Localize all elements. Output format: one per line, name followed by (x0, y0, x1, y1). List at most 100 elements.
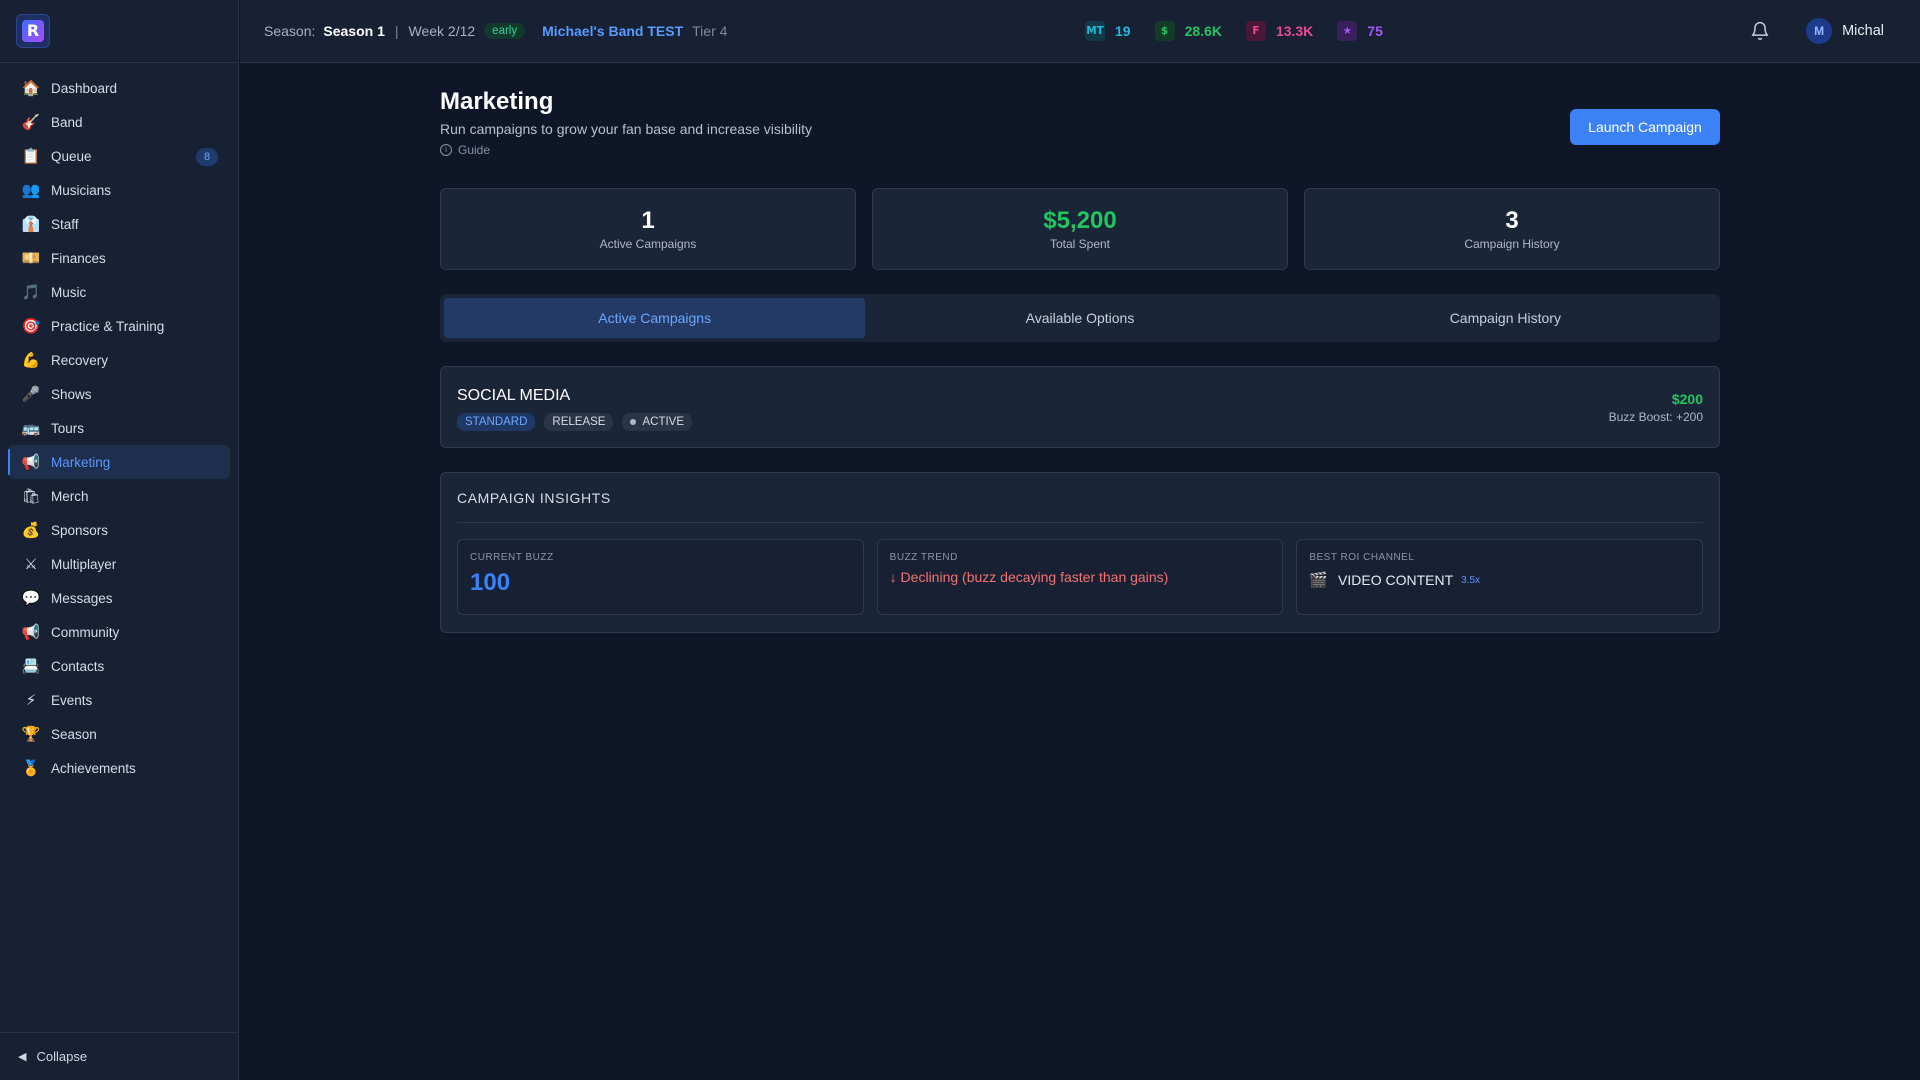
sidebar-item-community[interactable]: 📢 Community (8, 615, 230, 649)
sidebar-item-events[interactable]: ⚡ Events (8, 683, 230, 717)
summary-card-history: 3 Campaign History (1304, 188, 1720, 270)
bell-icon[interactable] (1750, 21, 1770, 41)
sidebar-item-merch[interactable]: 🛍 Merch (8, 479, 230, 513)
status-badge: ACTIVE (622, 413, 693, 431)
sidebar-item-label: Dashboard (51, 80, 118, 96)
summary-label: Active Campaigns (599, 237, 697, 251)
sidebar-item-label: Staff (51, 216, 79, 232)
stat-fans: F 13.3K (1245, 21, 1314, 41)
buzz-trend-value: ↓ Declining (buzz decaying faster than g… (889, 569, 1169, 585)
sidebar-item-messages[interactable]: 💬 Messages (8, 581, 230, 615)
tab-available-options[interactable]: Available Options (869, 298, 1290, 338)
current-buzz-value: 100 (470, 569, 511, 596)
current-buzz-label: CURRENT BUZZ (470, 552, 554, 563)
sidebar-item-musicians[interactable]: 👥 Musicians (8, 173, 230, 207)
banknote-icon: 💴 (21, 249, 41, 267)
megaphone-icon: 📢 (21, 453, 41, 471)
user-name[interactable]: Michal (1842, 23, 1884, 39)
queue-count-badge: 8 (196, 148, 218, 166)
logo-area: R (0, 0, 238, 63)
sidebar-item-season[interactable]: 🏆 Season (8, 717, 230, 751)
sidebar-item-recovery[interactable]: 💪 Recovery (8, 343, 230, 377)
sidebar-item-achievements[interactable]: 🏅 Achievements (8, 751, 230, 785)
sidebar-item-label: Band (51, 114, 83, 130)
campaign-history-count: 3 (1505, 207, 1519, 234)
sidebar-item-queue[interactable]: 📋 Queue 8 (8, 139, 230, 173)
summary-cards: 1 Active Campaigns $5,200 Total Spent 3 … (440, 188, 1720, 270)
fans-icon: F (1245, 21, 1266, 41)
mt-icon: MT (1085, 21, 1105, 41)
sidebar-item-label: Queue (51, 148, 92, 164)
band-tier: Tier 4 (692, 23, 728, 39)
sidebar-nav: 🏠 Dashboard 🎸 Band 📋 Queue 8 👥 Musicians 👔 Sta… (0, 63, 238, 785)
app-logo-letter: R (22, 20, 44, 42)
sidebar-item-sponsors[interactable]: 💰 Sponsors (8, 513, 230, 547)
guitar-icon: 🎸 (21, 113, 41, 131)
avatar[interactable]: M (1806, 18, 1833, 44)
sidebar-item-label: Marketing (51, 454, 111, 470)
best-roi-card: BEST ROI CHANNEL 🎬 VIDEO CONTENT 3.5x (1296, 539, 1704, 615)
info-icon: i (440, 144, 452, 156)
summary-card-active: 1 Active Campaigns (440, 188, 856, 270)
season-value: Season 1 (323, 23, 385, 39)
campaign-cost: $200 (1671, 391, 1703, 407)
page-title: Marketing (440, 88, 554, 115)
sidebar-item-contacts[interactable]: 📇 Contacts (8, 649, 230, 683)
guide-link[interactable]: i Guide (440, 143, 490, 157)
star-icon: ★ (1337, 21, 1358, 41)
page-subtitle: Run campaigns to grow your fan base and … (440, 121, 812, 137)
microphone-icon: 🎤 (21, 385, 41, 403)
sidebar-item-label: Practice & Training (51, 318, 165, 334)
sidebar-item-tours[interactable]: 🚌 Tours (8, 411, 230, 445)
campaign-card[interactable]: SOCIAL MEDIA STANDARD RELEASE ACTIVE $20… (440, 366, 1720, 448)
top-bar: Season: Season 1 | Week 2/12 early Micha… (240, 0, 1920, 63)
sidebar-item-dashboard[interactable]: 🏠 Dashboard (8, 71, 230, 105)
collapse-sidebar-button[interactable]: ◀ Collapse (0, 1032, 239, 1080)
sidebar-item-label: Merch (51, 488, 89, 504)
phase-badge: early (484, 23, 526, 39)
sidebar-item-label: Community (51, 624, 120, 640)
sidebar-item-shows[interactable]: 🎤 Shows (8, 377, 230, 411)
band-name-link[interactable]: Michael's Band TEST (542, 23, 683, 39)
sidebar-item-label: Contacts (51, 658, 105, 674)
sidebar-item-label: Finances (51, 250, 106, 266)
launch-campaign-button[interactable]: Launch Campaign (1570, 109, 1720, 145)
app-logo[interactable]: R (16, 14, 50, 48)
stat-money-value: 28.6K (1184, 23, 1222, 39)
guide-label: Guide (458, 143, 491, 157)
collapse-label: Collapse (36, 1049, 88, 1064)
sidebar-item-label: Musicians (51, 182, 112, 198)
sidebar-item-label: Music (51, 284, 87, 300)
crossed-swords-icon: ⚔ (24, 555, 38, 573)
sidebar-item-band[interactable]: 🎸 Band (8, 105, 230, 139)
megaphone-icon: 📢 (21, 623, 41, 641)
sidebar-item-label: Tours (51, 420, 85, 436)
sidebar-item-staff[interactable]: 👔 Staff (8, 207, 230, 241)
sidebar-item-multiplayer[interactable]: ⚔ Multiplayer (8, 547, 230, 581)
type-tag: RELEASE (544, 413, 614, 431)
sidebar-item-label: Sponsors (51, 522, 109, 538)
stat-reputation-value: 75 (1367, 23, 1383, 39)
sidebar-item-finances[interactable]: 💴 Finances (8, 241, 230, 275)
campaign-insights: CAMPAIGN INSIGHTS CURRENT BUZZ 100 BUZZ … (440, 472, 1720, 633)
tab-active-campaigns[interactable]: Active Campaigns (444, 298, 866, 338)
stat-reputation: ★ 75 (1337, 21, 1383, 41)
page-header: Marketing Run campaigns to grow your fan… (440, 63, 1720, 188)
insights-title: CAMPAIGN INSIGHTS (457, 473, 1703, 523)
sidebar-item-marketing[interactable]: 📢 Marketing (8, 445, 230, 479)
tab-campaign-history[interactable]: Campaign History (1295, 298, 1716, 338)
target-icon: 🎯 (21, 317, 41, 335)
season-info: Season: Season 1 | Week 2/12 early Micha… (240, 23, 727, 39)
sidebar-item-music[interactable]: 🎵 Music (8, 275, 230, 309)
tier-tag: STANDARD (457, 413, 536, 431)
sidebar-item-practice-training[interactable]: 🎯 Practice & Training (8, 309, 230, 343)
status-label: ACTIVE (642, 416, 685, 428)
sidebar-item-label: Season (51, 726, 97, 742)
campaign-tabs: Active Campaigns Available Options Campa… (440, 294, 1720, 342)
medal-icon: 🏅 (21, 759, 41, 777)
stat-mt-value: 19 (1115, 23, 1131, 39)
summary-card-spent: $5,200 Total Spent (872, 188, 1288, 270)
stat-fans-value: 13.3K (1275, 23, 1314, 39)
sidebar-item-label: Achievements (51, 760, 136, 776)
sidebar-item-label: Multiplayer (51, 556, 117, 572)
